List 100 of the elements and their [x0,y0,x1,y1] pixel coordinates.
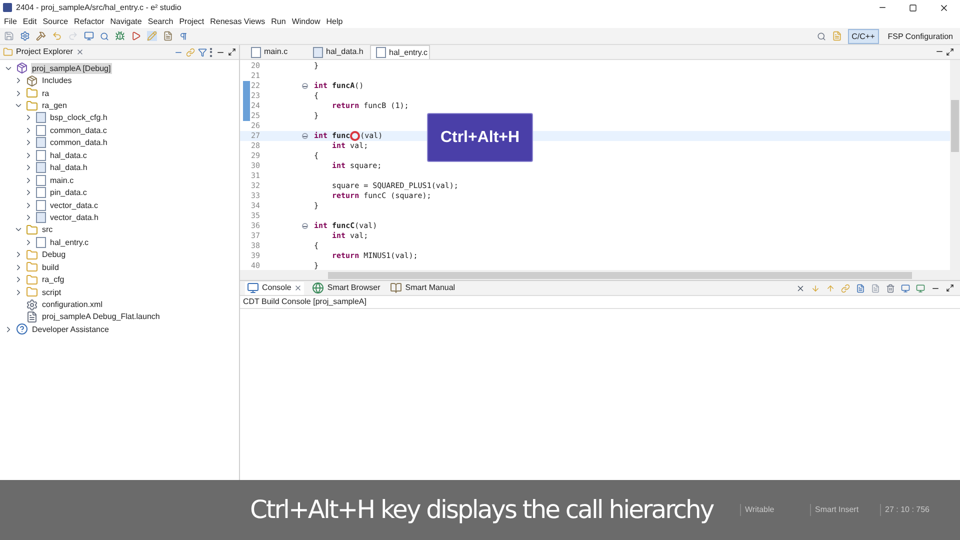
status-field: Smart Insert [810,504,880,516]
editor-tab[interactable]: hal_data.h [308,45,368,59]
folder-icon [26,274,38,286]
monitor-icon[interactable] [901,284,910,292]
view-tab[interactable]: Smart Browser [310,282,382,294]
console-icon [247,282,259,294]
view-menu-icon[interactable] [210,48,213,56]
tree-item[interactable]: vector_data.c [49,200,100,211]
tree-item[interactable]: hal_data.h [49,162,88,174]
globe-icon [312,282,324,294]
tree-item[interactable]: pin_data.c [49,187,88,198]
c-file-icon [36,150,46,161]
console-title: CDT Build Console [proj_sampleA] [240,296,960,309]
menu-item[interactable]: Navigate [110,16,142,28]
book-icon [390,282,402,294]
filter-icon[interactable] [198,48,207,56]
tree-item[interactable]: Developer Assistance [31,324,110,335]
search-icon[interactable] [100,32,109,40]
c-file-icon [36,174,46,186]
launch-file-icon [26,310,38,323]
tree-item[interactable]: Includes [41,75,73,86]
tree-item[interactable]: ra_gen [41,100,68,112]
maximize-icon[interactable] [946,48,954,56]
menu-item[interactable]: Run [271,16,286,28]
tree-item[interactable]: vector_data.h [49,212,100,223]
restore-icon[interactable] [909,4,917,12]
tree-item[interactable]: ra_cfg [41,274,66,286]
tree-item[interactable]: common_data.h [49,137,108,148]
gear-icon [26,298,38,311]
close-icon[interactable] [939,2,949,12]
project-icon [16,62,28,74]
pilcrow-icon[interactable] [179,32,188,40]
folder-icon [26,286,38,298]
menu-item[interactable]: Refactor [74,16,104,28]
clear-icon[interactable] [796,284,805,292]
window-title: 2404 - proj_sampleA/src/hal_entry.c - e² studio [16,2,182,14]
perspective-button[interactable]: C/C++ [848,28,879,44]
fold-toggle-icon[interactable] [302,223,308,229]
horizontal-scrollbar[interactable] [240,270,960,280]
menu-item[interactable]: Search [148,16,174,28]
trash-icon[interactable] [886,284,895,292]
folder-icon [3,47,13,57]
tree-item[interactable]: Debug [41,249,67,260]
editor-tab[interactable]: hal_entry.c [370,45,430,59]
monitor-icon[interactable] [84,31,94,41]
document-icon[interactable] [856,284,865,292]
header-file-icon [36,112,46,124]
tree-item[interactable]: common_data.c [49,124,108,136]
monitor-icon[interactable] [916,284,925,292]
editor-tab[interactable]: main.c [246,45,306,59]
menu-item[interactable]: Window [292,16,320,28]
library-icon [26,74,38,87]
header-file-icon [36,162,46,174]
view-tab[interactable]: Console [245,282,304,294]
view-tab[interactable]: Smart Manual [388,282,458,294]
tree-item[interactable]: proj_sampleA [Debug] [31,62,112,74]
header-file-icon [313,46,323,58]
search-icon[interactable] [816,32,826,40]
maximize-icon[interactable] [946,284,954,292]
c-file-icon [36,187,46,198]
status-field: Writable [740,504,810,516]
menu-item[interactable]: Help [326,16,343,28]
tree-item[interactable]: configuration.xml [41,299,104,310]
help-icon [16,323,28,336]
hammer-icon[interactable] [36,31,46,41]
tree-item[interactable]: build [41,262,60,273]
tree-item[interactable]: bsp_clock_cfg.h [49,112,108,124]
bug-icon[interactable] [115,31,125,41]
menu-item[interactable]: Edit [22,16,37,28]
source-folder-icon [26,87,38,100]
cursor-highlight-icon [350,131,360,141]
document-icon[interactable] [163,31,173,41]
folder-icon [26,248,38,261]
fold-toggle-icon[interactable] [302,133,308,139]
panel-tab[interactable]: Project Explorer [16,46,73,58]
source-folder-icon [26,100,38,112]
menu-item[interactable]: File [4,16,17,28]
tree-item[interactable]: main.c [49,174,75,186]
menu-item[interactable]: Source [42,16,68,28]
fold-toggle-icon[interactable] [302,83,308,89]
tree-item[interactable]: hal_entry.c [49,236,90,248]
tree-item[interactable]: ra [41,88,50,99]
source-folder-icon [26,224,38,236]
header-file-icon [36,212,46,223]
play-icon[interactable] [131,31,141,41]
gear-icon[interactable] [20,31,30,41]
menu-item[interactable]: Project [179,16,204,28]
c-file-icon [36,124,46,136]
tree-item[interactable]: script [41,286,62,298]
status-field: 27 : 10 : 756 [880,504,950,516]
menu-item[interactable]: Renesas Views [210,16,266,28]
perspective-button[interactable]: FSP Configuration [884,30,956,42]
caption-text: Ctrl+Alt+H key displays the call hierarchy [250,494,714,526]
folder-icon [26,261,38,274]
tree-item[interactable]: hal_data.c [49,150,88,161]
c-file-icon [36,236,46,248]
tree-item[interactable]: proj_sampleA Debug_Flat.launch [41,311,161,322]
vertical-scrollbar[interactable] [950,60,960,270]
maximize-icon[interactable] [228,48,236,56]
tree-item[interactable]: src [41,224,54,236]
